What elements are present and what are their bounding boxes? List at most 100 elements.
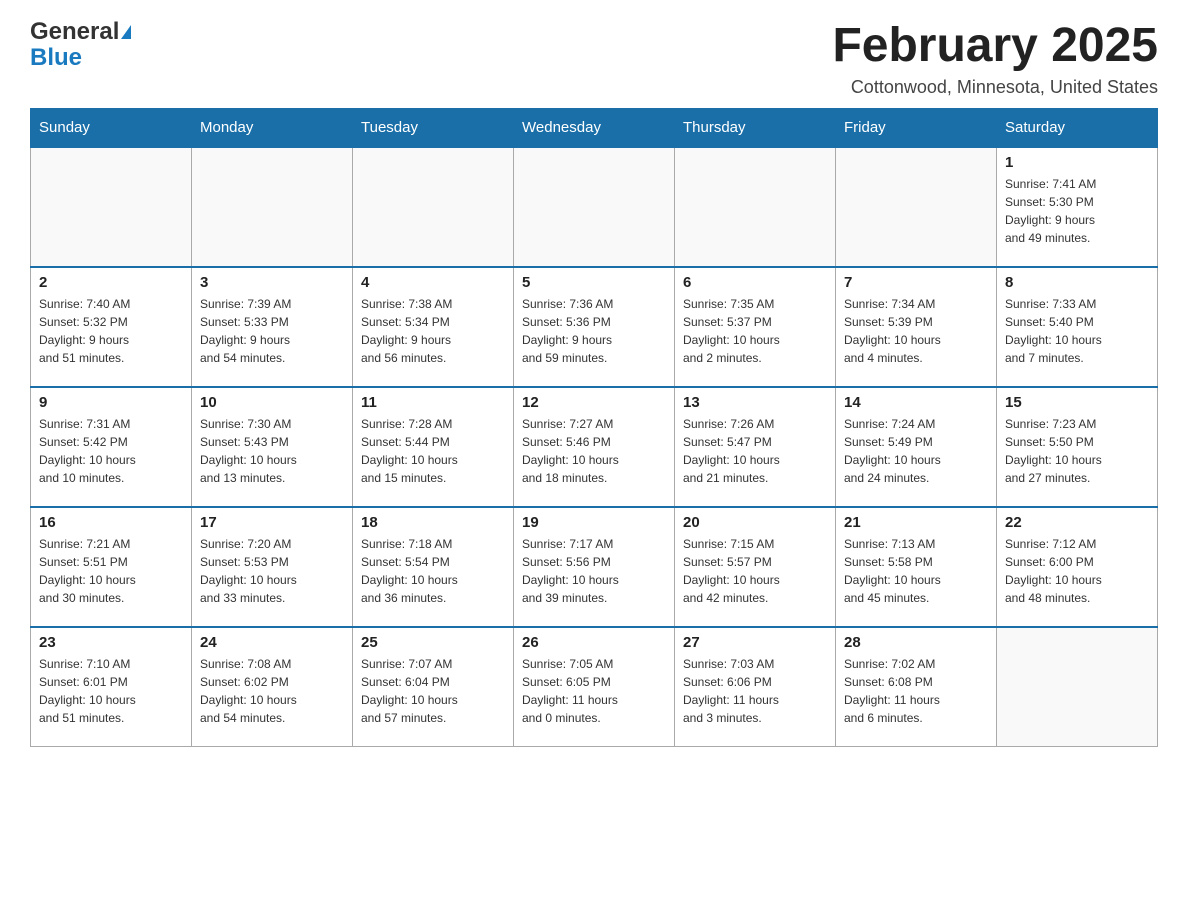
calendar-cell: 23 Sunrise: 7:10 AM Sunset: 6:01 PM Dayli… xyxy=(31,627,192,747)
day-number: 6 xyxy=(683,274,827,291)
day-number: 18 xyxy=(361,514,505,531)
calendar-week-row: 16 Sunrise: 7:21 AM Sunset: 5:51 PM Dayli… xyxy=(31,507,1158,627)
day-info: Sunrise: 7:20 AM Sunset: 5:53 PM Dayligh… xyxy=(200,535,344,607)
day-info: Sunrise: 7:21 AM Sunset: 5:51 PM Dayligh… xyxy=(39,535,183,607)
day-number: 21 xyxy=(844,514,988,531)
day-number: 7 xyxy=(844,274,988,291)
day-of-week-header: Wednesday xyxy=(514,108,675,147)
calendar-cell: 14 Sunrise: 7:24 AM Sunset: 5:49 PM Dayli… xyxy=(836,387,997,507)
day-of-week-header: Sunday xyxy=(31,108,192,147)
day-of-week-header: Saturday xyxy=(997,108,1158,147)
day-number: 16 xyxy=(39,514,183,531)
day-number: 28 xyxy=(844,634,988,651)
calendar-cell: 4 Sunrise: 7:38 AM Sunset: 5:34 PM Daylig… xyxy=(353,267,514,387)
day-info: Sunrise: 7:24 AM Sunset: 5:49 PM Dayligh… xyxy=(844,415,988,487)
page-header: General Blue February 2025 Cottonwood, M… xyxy=(30,20,1158,98)
day-number: 22 xyxy=(1005,514,1149,531)
day-number: 10 xyxy=(200,394,344,411)
day-number: 17 xyxy=(200,514,344,531)
calendar-cell: 12 Sunrise: 7:27 AM Sunset: 5:46 PM Dayli… xyxy=(514,387,675,507)
logo: General Blue xyxy=(30,20,131,70)
day-info: Sunrise: 7:39 AM Sunset: 5:33 PM Dayligh… xyxy=(200,295,344,367)
day-info: Sunrise: 7:05 AM Sunset: 6:05 PM Dayligh… xyxy=(522,655,666,727)
calendar-cell: 20 Sunrise: 7:15 AM Sunset: 5:57 PM Dayli… xyxy=(675,507,836,627)
day-of-week-header: Thursday xyxy=(675,108,836,147)
day-info: Sunrise: 7:18 AM Sunset: 5:54 PM Dayligh… xyxy=(361,535,505,607)
day-info: Sunrise: 7:30 AM Sunset: 5:43 PM Dayligh… xyxy=(200,415,344,487)
day-info: Sunrise: 7:15 AM Sunset: 5:57 PM Dayligh… xyxy=(683,535,827,607)
day-number: 5 xyxy=(522,274,666,291)
calendar-cell: 22 Sunrise: 7:12 AM Sunset: 6:00 PM Dayli… xyxy=(997,507,1158,627)
day-info: Sunrise: 7:28 AM Sunset: 5:44 PM Dayligh… xyxy=(361,415,505,487)
day-number: 24 xyxy=(200,634,344,651)
day-of-week-header: Tuesday xyxy=(353,108,514,147)
day-info: Sunrise: 7:13 AM Sunset: 5:58 PM Dayligh… xyxy=(844,535,988,607)
day-info: Sunrise: 7:23 AM Sunset: 5:50 PM Dayligh… xyxy=(1005,415,1149,487)
calendar-week-row: 23 Sunrise: 7:10 AM Sunset: 6:01 PM Dayli… xyxy=(31,627,1158,747)
calendar-cell: 9 Sunrise: 7:31 AM Sunset: 5:42 PM Daylig… xyxy=(31,387,192,507)
calendar-cell: 27 Sunrise: 7:03 AM Sunset: 6:06 PM Dayli… xyxy=(675,627,836,747)
day-number: 20 xyxy=(683,514,827,531)
calendar-cell: 6 Sunrise: 7:35 AM Sunset: 5:37 PM Daylig… xyxy=(675,267,836,387)
day-info: Sunrise: 7:31 AM Sunset: 5:42 PM Dayligh… xyxy=(39,415,183,487)
day-info: Sunrise: 7:12 AM Sunset: 6:00 PM Dayligh… xyxy=(1005,535,1149,607)
logo-triangle-icon xyxy=(121,25,131,39)
day-info: Sunrise: 7:41 AM Sunset: 5:30 PM Dayligh… xyxy=(1005,175,1149,247)
calendar-cell: 18 Sunrise: 7:18 AM Sunset: 5:54 PM Dayli… xyxy=(353,507,514,627)
calendar-cell: 2 Sunrise: 7:40 AM Sunset: 5:32 PM Daylig… xyxy=(31,267,192,387)
day-info: Sunrise: 7:26 AM Sunset: 5:47 PM Dayligh… xyxy=(683,415,827,487)
day-number: 27 xyxy=(683,634,827,651)
day-info: Sunrise: 7:27 AM Sunset: 5:46 PM Dayligh… xyxy=(522,415,666,487)
day-number: 11 xyxy=(361,394,505,411)
day-info: Sunrise: 7:17 AM Sunset: 5:56 PM Dayligh… xyxy=(522,535,666,607)
day-number: 19 xyxy=(522,514,666,531)
day-number: 12 xyxy=(522,394,666,411)
calendar-cell: 25 Sunrise: 7:07 AM Sunset: 6:04 PM Dayli… xyxy=(353,627,514,747)
logo-general-text: General xyxy=(30,20,119,44)
calendar-cell: 16 Sunrise: 7:21 AM Sunset: 5:51 PM Dayli… xyxy=(31,507,192,627)
day-of-week-header: Friday xyxy=(836,108,997,147)
day-number: 2 xyxy=(39,274,183,291)
day-info: Sunrise: 7:40 AM Sunset: 5:32 PM Dayligh… xyxy=(39,295,183,367)
calendar-week-row: 1 Sunrise: 7:41 AM Sunset: 5:30 PM Daylig… xyxy=(31,147,1158,267)
day-info: Sunrise: 7:10 AM Sunset: 6:01 PM Dayligh… xyxy=(39,655,183,727)
calendar-cell: 7 Sunrise: 7:34 AM Sunset: 5:39 PM Daylig… xyxy=(836,267,997,387)
calendar-cell: 19 Sunrise: 7:17 AM Sunset: 5:56 PM Dayli… xyxy=(514,507,675,627)
logo-blue-text: Blue xyxy=(30,46,82,70)
calendar-week-row: 2 Sunrise: 7:40 AM Sunset: 5:32 PM Daylig… xyxy=(31,267,1158,387)
day-number: 26 xyxy=(522,634,666,651)
day-number: 14 xyxy=(844,394,988,411)
calendar-cell: 24Sunrise: 7:08 AM Sunset: 6:02 PM Dayli… xyxy=(192,627,353,747)
day-info: Sunrise: 7:38 AM Sunset: 5:34 PM Dayligh… xyxy=(361,295,505,367)
day-info: Sunrise: 7:36 AM Sunset: 5:36 PM Dayligh… xyxy=(522,295,666,367)
day-info: Sunrise: 7:07 AM Sunset: 6:04 PM Dayligh… xyxy=(361,655,505,727)
day-info: Sunrise: 7:02 AM Sunset: 6:08 PM Dayligh… xyxy=(844,655,988,727)
calendar-cell xyxy=(675,147,836,267)
calendar-cell xyxy=(192,147,353,267)
day-number: 1 xyxy=(1005,154,1149,171)
calendar-table: SundayMondayTuesdayWednesdayThursdayFrid… xyxy=(30,108,1158,748)
day-number: 4 xyxy=(361,274,505,291)
day-number: 3 xyxy=(200,274,344,291)
day-info: Sunrise: 7:03 AM Sunset: 6:06 PM Dayligh… xyxy=(683,655,827,727)
calendar-cell: 10 Sunrise: 7:30 AM Sunset: 5:43 PM Dayli… xyxy=(192,387,353,507)
location-title: Cottonwood, Minnesota, United States xyxy=(832,77,1158,98)
calendar-cell xyxy=(997,627,1158,747)
day-number: 23 xyxy=(39,634,183,651)
calendar-header-row: SundayMondayTuesdayWednesdayThursdayFrid… xyxy=(31,108,1158,147)
day-number: 25 xyxy=(361,634,505,651)
title-section: February 2025 Cottonwood, Minnesota, Uni… xyxy=(832,20,1158,98)
calendar-cell xyxy=(836,147,997,267)
calendar-cell: 1 Sunrise: 7:41 AM Sunset: 5:30 PM Daylig… xyxy=(997,147,1158,267)
calendar-cell: 5 Sunrise: 7:36 AM Sunset: 5:36 PM Daylig… xyxy=(514,267,675,387)
calendar-cell: 26 Sunrise: 7:05 AM Sunset: 6:05 PM Dayli… xyxy=(514,627,675,747)
day-info: Sunrise: 7:35 AM Sunset: 5:37 PM Dayligh… xyxy=(683,295,827,367)
day-number: 9 xyxy=(39,394,183,411)
day-info: Sunrise: 7:34 AM Sunset: 5:39 PM Dayligh… xyxy=(844,295,988,367)
calendar-cell: 11 Sunrise: 7:28 AM Sunset: 5:44 PM Dayli… xyxy=(353,387,514,507)
calendar-cell xyxy=(353,147,514,267)
calendar-cell xyxy=(31,147,192,267)
calendar-cell: 21 Sunrise: 7:13 AM Sunset: 5:58 PM Dayli… xyxy=(836,507,997,627)
calendar-cell: 15Sunrise: 7:23 AM Sunset: 5:50 PM Dayli… xyxy=(997,387,1158,507)
calendar-cell: 17 Sunrise: 7:20 AM Sunset: 5:53 PM Dayli… xyxy=(192,507,353,627)
